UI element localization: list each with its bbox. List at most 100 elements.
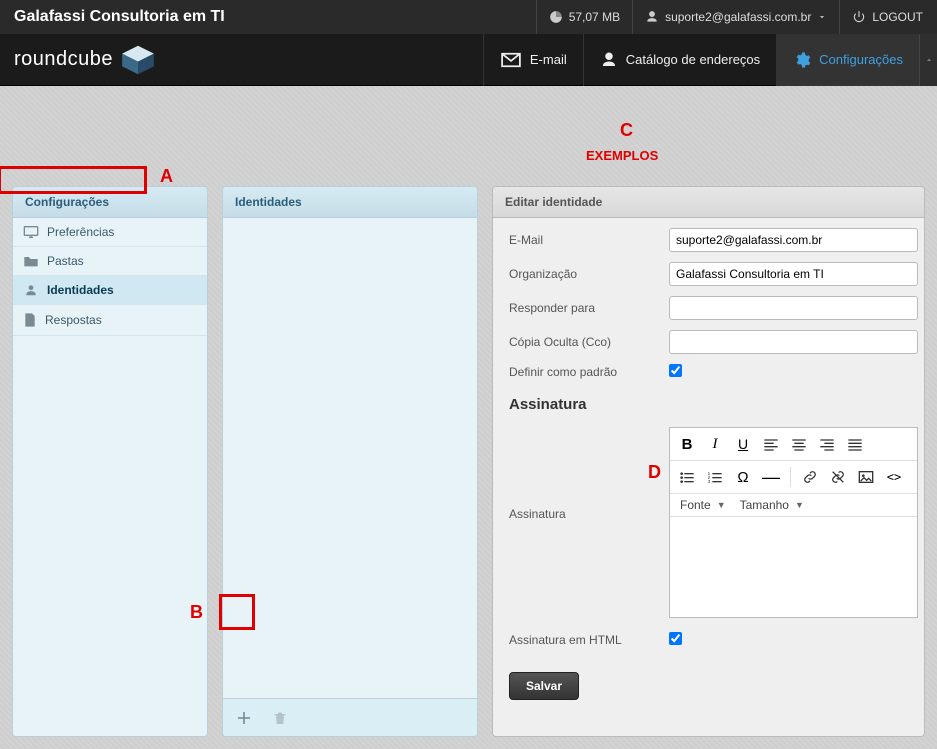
mail-icon bbox=[500, 52, 522, 68]
editor-toolbar-row2: 123 Ω — <> bbox=[670, 461, 917, 494]
folder-icon bbox=[23, 254, 39, 268]
row-email: E-Mail bbox=[509, 228, 918, 252]
storage-indicator[interactable]: 57,07 MB bbox=[549, 10, 620, 24]
row-html-sig: Assinatura em HTML bbox=[509, 632, 918, 648]
row-default: Definir como padrão bbox=[509, 364, 918, 380]
ed-image[interactable] bbox=[853, 465, 879, 489]
settings-item-label: Respostas bbox=[45, 313, 102, 327]
ed-italic[interactable]: I bbox=[702, 432, 728, 456]
main-area: Configurações Preferências Pastas Identi… bbox=[0, 86, 937, 749]
edit-identity-panel: Editar identidade E-Mail Organização Res… bbox=[492, 186, 925, 737]
ed-underline[interactable]: U bbox=[730, 432, 756, 456]
settings-item-label: Pastas bbox=[47, 254, 84, 268]
list-number-icon: 123 bbox=[707, 470, 723, 484]
nav-email-label: E-mail bbox=[530, 52, 567, 67]
ed-bold[interactable]: B bbox=[674, 432, 700, 456]
settings-panel: Configurações Preferências Pastas Identi… bbox=[12, 186, 208, 737]
user-menu[interactable]: suporte2@galafassi.com.br bbox=[645, 10, 827, 24]
ed-size-select[interactable]: Tamanho ▼ bbox=[734, 498, 810, 512]
label-reply: Responder para bbox=[509, 301, 669, 315]
gear-icon bbox=[793, 51, 811, 69]
logout-label: LOGOUT bbox=[872, 10, 923, 24]
annotation-exemplos: EXEMPLOS bbox=[586, 148, 658, 163]
input-reply[interactable] bbox=[669, 296, 918, 320]
annotation-label-c: C bbox=[620, 120, 633, 141]
align-left-icon bbox=[763, 437, 779, 451]
nav-contacts-label: Catálogo de endereços bbox=[626, 52, 760, 67]
checkbox-default[interactable] bbox=[669, 364, 682, 377]
trash-icon bbox=[272, 709, 288, 727]
row-bcc: Cópia Oculta (Cco) bbox=[509, 330, 918, 354]
svg-text:3: 3 bbox=[708, 479, 711, 484]
section-signature: Assinatura bbox=[509, 396, 918, 413]
nav-settings-label: Configurações bbox=[819, 52, 903, 67]
identities-footer bbox=[223, 698, 477, 736]
signature-textarea[interactable] bbox=[670, 517, 917, 617]
delete-identity-button[interactable] bbox=[267, 705, 293, 731]
ed-list-bullet[interactable] bbox=[674, 465, 700, 489]
power-icon bbox=[852, 10, 866, 24]
label-signature: Assinatura bbox=[509, 427, 669, 521]
row-org: Organização bbox=[509, 262, 918, 286]
nav-email[interactable]: E-mail bbox=[483, 34, 583, 86]
identities-list bbox=[223, 218, 477, 698]
nav-contacts[interactable]: Catálogo de endereços bbox=[583, 34, 776, 86]
settings-item-identities[interactable]: Identidades bbox=[13, 276, 207, 305]
logo-cube-icon bbox=[119, 44, 157, 76]
ed-font-select[interactable]: Fonte ▼ bbox=[674, 498, 732, 512]
ed-align-center[interactable] bbox=[786, 432, 812, 456]
settings-item-preferences[interactable]: Preferências bbox=[13, 218, 207, 247]
row-reply: Responder para bbox=[509, 296, 918, 320]
caret-up-icon bbox=[924, 55, 934, 65]
label-bcc: Cópia Oculta (Cco) bbox=[509, 335, 669, 349]
nav-expand[interactable] bbox=[919, 34, 937, 86]
settings-list: Preferências Pastas Identidades Resposta… bbox=[13, 218, 207, 736]
checkbox-html-sig[interactable] bbox=[669, 632, 682, 645]
input-org[interactable] bbox=[669, 262, 918, 286]
settings-item-label: Preferências bbox=[47, 225, 114, 239]
monitor-icon bbox=[23, 225, 39, 239]
edit-identity-body: E-Mail Organização Responder para Cópia … bbox=[493, 218, 924, 733]
settings-item-responses[interactable]: Respostas bbox=[13, 305, 207, 336]
ed-source[interactable]: <> bbox=[881, 465, 907, 489]
ed-hr[interactable]: — bbox=[758, 465, 784, 489]
ed-align-right[interactable] bbox=[814, 432, 840, 456]
chevron-down-icon: ▼ bbox=[795, 500, 804, 510]
identities-panel: Identidades bbox=[222, 186, 478, 737]
editor-toolbar-row1: B I U bbox=[670, 428, 917, 461]
settings-header: Configurações bbox=[13, 187, 207, 218]
navbar: roundcube E-mail Catálogo de endereços C… bbox=[0, 34, 937, 86]
input-bcc[interactable] bbox=[669, 330, 918, 354]
brand-title: Galafassi Consultoria em TI bbox=[14, 8, 524, 26]
label-default: Definir como padrão bbox=[509, 365, 669, 379]
save-button[interactable]: Salvar bbox=[509, 672, 579, 700]
align-right-icon bbox=[819, 437, 835, 451]
label-org: Organização bbox=[509, 267, 669, 281]
input-email[interactable] bbox=[669, 228, 918, 252]
nav-settings[interactable]: Configurações bbox=[776, 34, 919, 86]
ed-align-left[interactable] bbox=[758, 432, 784, 456]
ed-link[interactable] bbox=[797, 465, 823, 489]
chevron-down-icon bbox=[817, 12, 827, 22]
plus-icon bbox=[235, 709, 253, 727]
ed-list-number[interactable]: 123 bbox=[702, 465, 728, 489]
list-bullet-icon bbox=[679, 470, 695, 484]
ed-align-justify[interactable] bbox=[842, 432, 868, 456]
logo[interactable]: roundcube bbox=[14, 44, 157, 76]
row-signature: Assinatura B I U bbox=[509, 427, 918, 618]
add-identity-button[interactable] bbox=[231, 705, 257, 731]
ed-special-char[interactable]: Ω bbox=[730, 465, 756, 489]
signature-editor: B I U 123 Ω — bbox=[669, 427, 918, 618]
editor-toolbar-row3: Fonte ▼ Tamanho ▼ bbox=[670, 494, 917, 517]
pie-icon bbox=[549, 10, 563, 24]
ed-size-label: Tamanho bbox=[740, 498, 789, 512]
ed-font-label: Fonte bbox=[680, 498, 711, 512]
identities-header: Identidades bbox=[223, 187, 477, 218]
link-icon bbox=[802, 469, 818, 485]
ed-unlink[interactable] bbox=[825, 465, 851, 489]
logout-button[interactable]: LOGOUT bbox=[852, 10, 923, 24]
align-center-icon bbox=[791, 437, 807, 451]
settings-item-folders[interactable]: Pastas bbox=[13, 247, 207, 276]
contacts-icon bbox=[600, 51, 618, 69]
user-icon bbox=[645, 10, 659, 24]
